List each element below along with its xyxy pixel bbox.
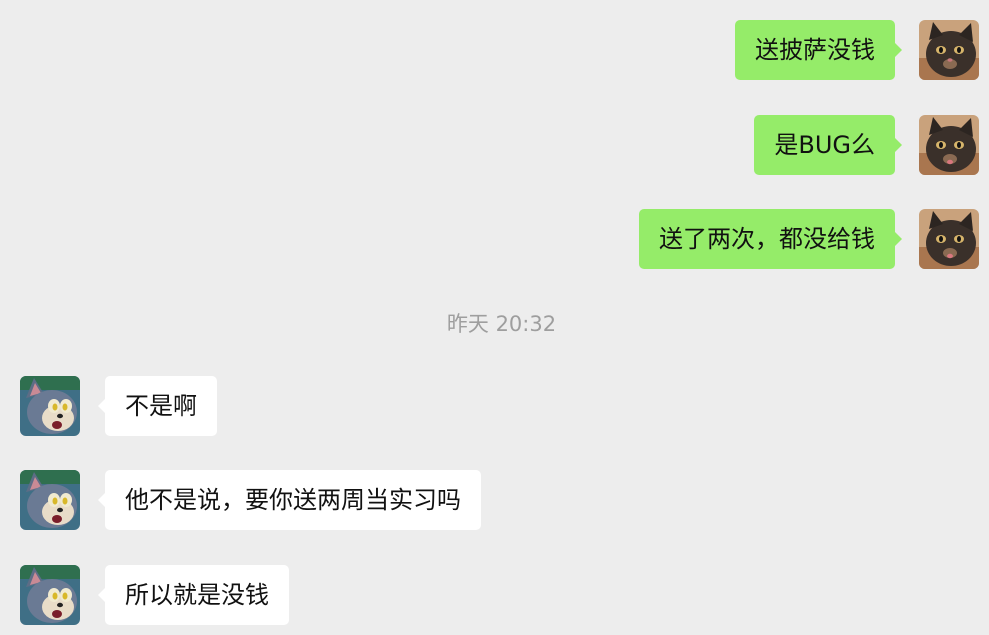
tom-cat-avatar-icon[interactable]: [20, 470, 80, 530]
incoming-message-bubble[interactable]: 不是啊: [98, 376, 217, 436]
outgoing-message-bubble[interactable]: 送披萨没钱: [735, 20, 902, 80]
message-row-outgoing: 是BUG么: [0, 115, 989, 175]
incoming-message-bubble[interactable]: 所以就是没钱: [98, 565, 289, 625]
message-row-outgoing: 送披萨没钱: [0, 20, 989, 80]
cat-avatar-icon[interactable]: [919, 115, 979, 175]
cat-avatar-icon[interactable]: [919, 20, 979, 80]
message-row-incoming: 所以就是没钱: [0, 565, 989, 625]
message-row-incoming: 不是啊: [0, 376, 989, 436]
message-timestamp: 昨天 20:32: [446, 312, 557, 336]
cat-avatar-icon[interactable]: [919, 209, 979, 269]
message-row-incoming: 他不是说，要你送两周当实习吗: [0, 470, 989, 530]
chat-window: 送披萨没钱 是BUG么 送了两次，都没给钱 昨天 20:32 不是啊 他不是说，…: [0, 0, 989, 635]
message-row-outgoing: 送了两次，都没给钱: [0, 209, 989, 269]
tom-cat-avatar-icon[interactable]: [20, 565, 80, 625]
outgoing-message-bubble[interactable]: 是BUG么: [754, 115, 902, 175]
outgoing-message-bubble[interactable]: 送了两次，都没给钱: [639, 209, 902, 269]
tom-cat-avatar-icon[interactable]: [20, 376, 80, 436]
incoming-message-bubble[interactable]: 他不是说，要你送两周当实习吗: [98, 470, 481, 530]
